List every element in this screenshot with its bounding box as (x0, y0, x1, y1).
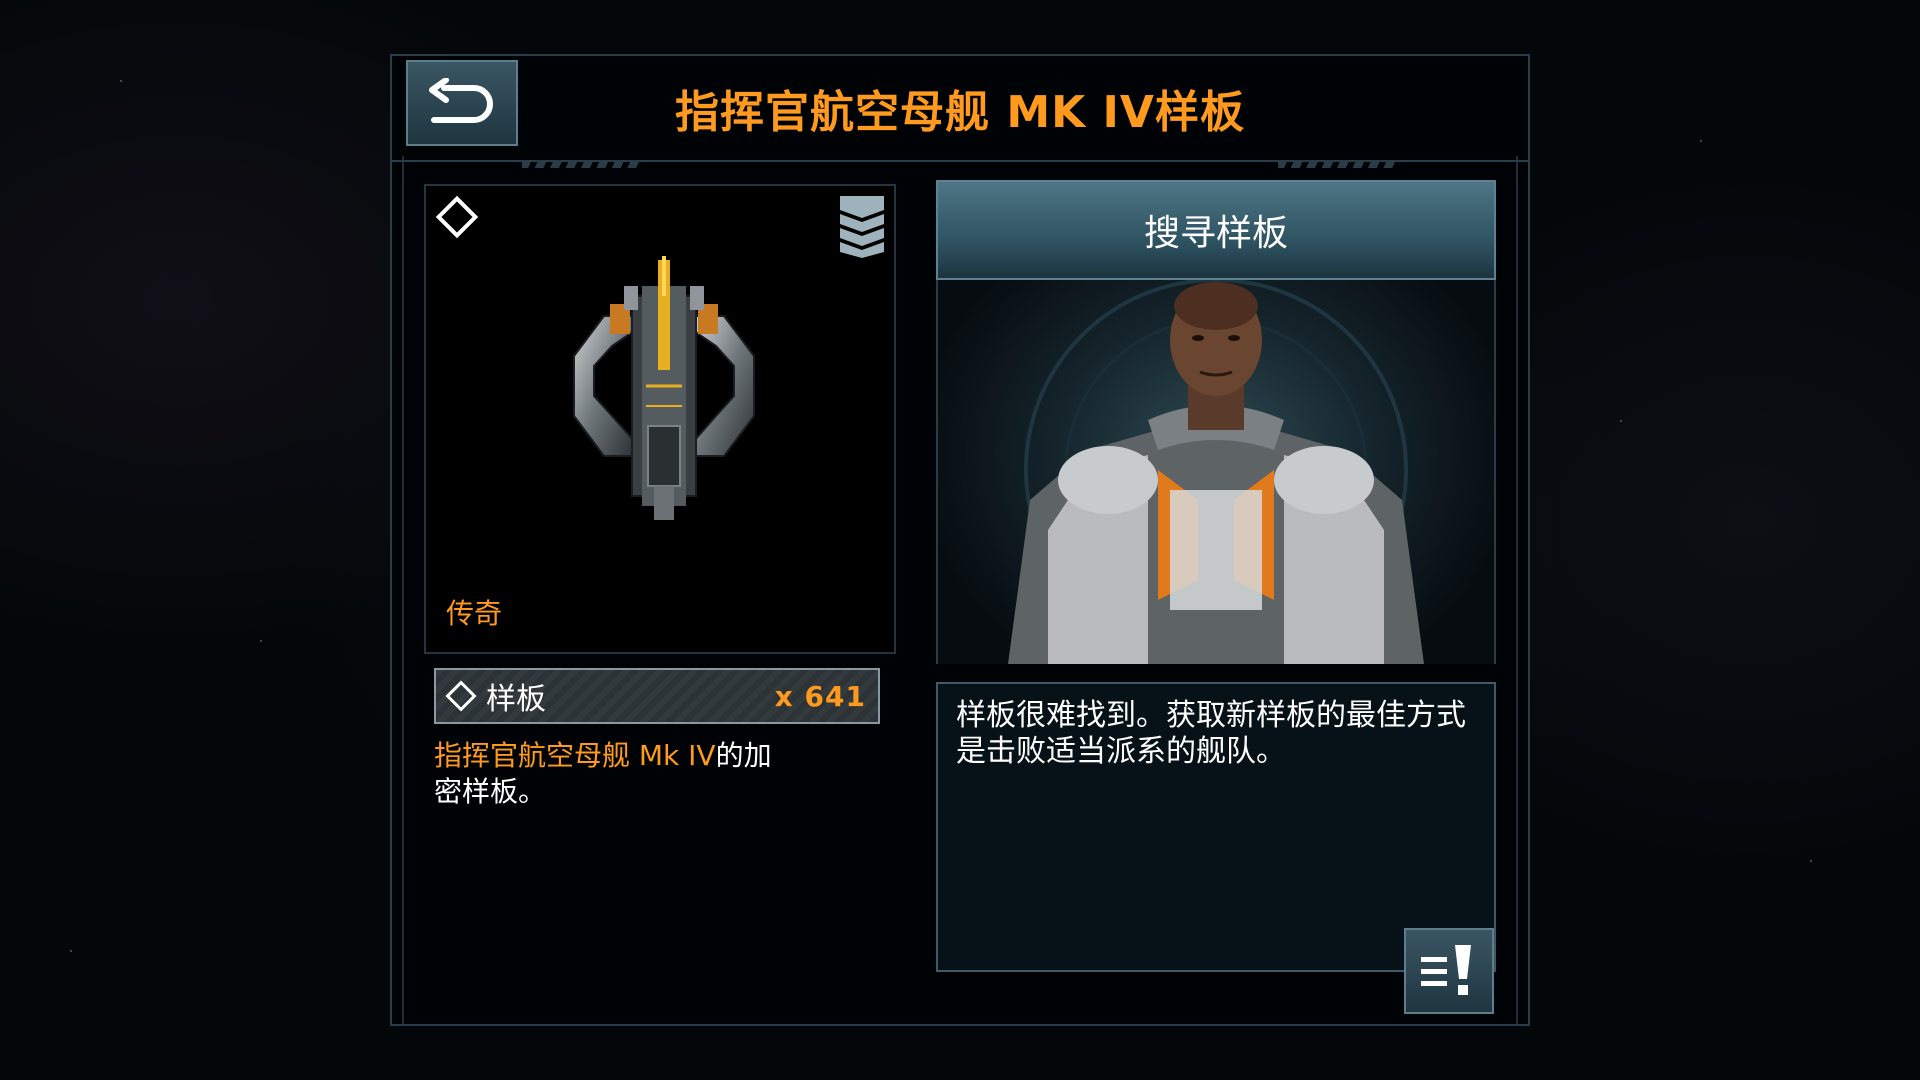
template-panel: 指挥官航空母舰 MK IV样板 传奇 样板 x 641 指挥官航空母舰 Mk I… (390, 54, 1530, 1026)
carrier-ship-icon (573, 256, 755, 520)
notes-alert-icon (1421, 945, 1471, 995)
template-count-bar: 样板 x 641 (434, 668, 880, 724)
back-arrow-icon (429, 78, 493, 123)
search-templates-header: 搜寻样板 (936, 180, 1496, 280)
notes-button[interactable] (1404, 928, 1494, 1014)
search-info-text: 样板很难找到。获取新样板的最佳方式是击败适当派系的舰队。 (956, 698, 1466, 769)
template-label: 样板 (486, 682, 546, 717)
page-title: 指挥官航空母舰 MK IV样板 (675, 87, 1245, 138)
commander-portrait (936, 280, 1496, 664)
item-description: 指挥官航空母舰 Mk IV的加密样板。 (434, 738, 774, 810)
panel-header: 指挥官航空母舰 MK IV样板 (392, 56, 1528, 168)
diamond-icon (435, 195, 479, 239)
back-button[interactable] (406, 60, 518, 146)
template-count: x 641 (774, 679, 866, 713)
item-name-highlight: 指挥官航空母舰 Mk IV (434, 739, 716, 772)
search-templates-title: 搜寻样板 (1143, 213, 1288, 254)
rank-chevrons-icon (838, 194, 886, 262)
item-card[interactable]: 传奇 (424, 184, 896, 654)
rarity-label: 传奇 (446, 597, 503, 630)
diamond-icon (445, 680, 477, 712)
